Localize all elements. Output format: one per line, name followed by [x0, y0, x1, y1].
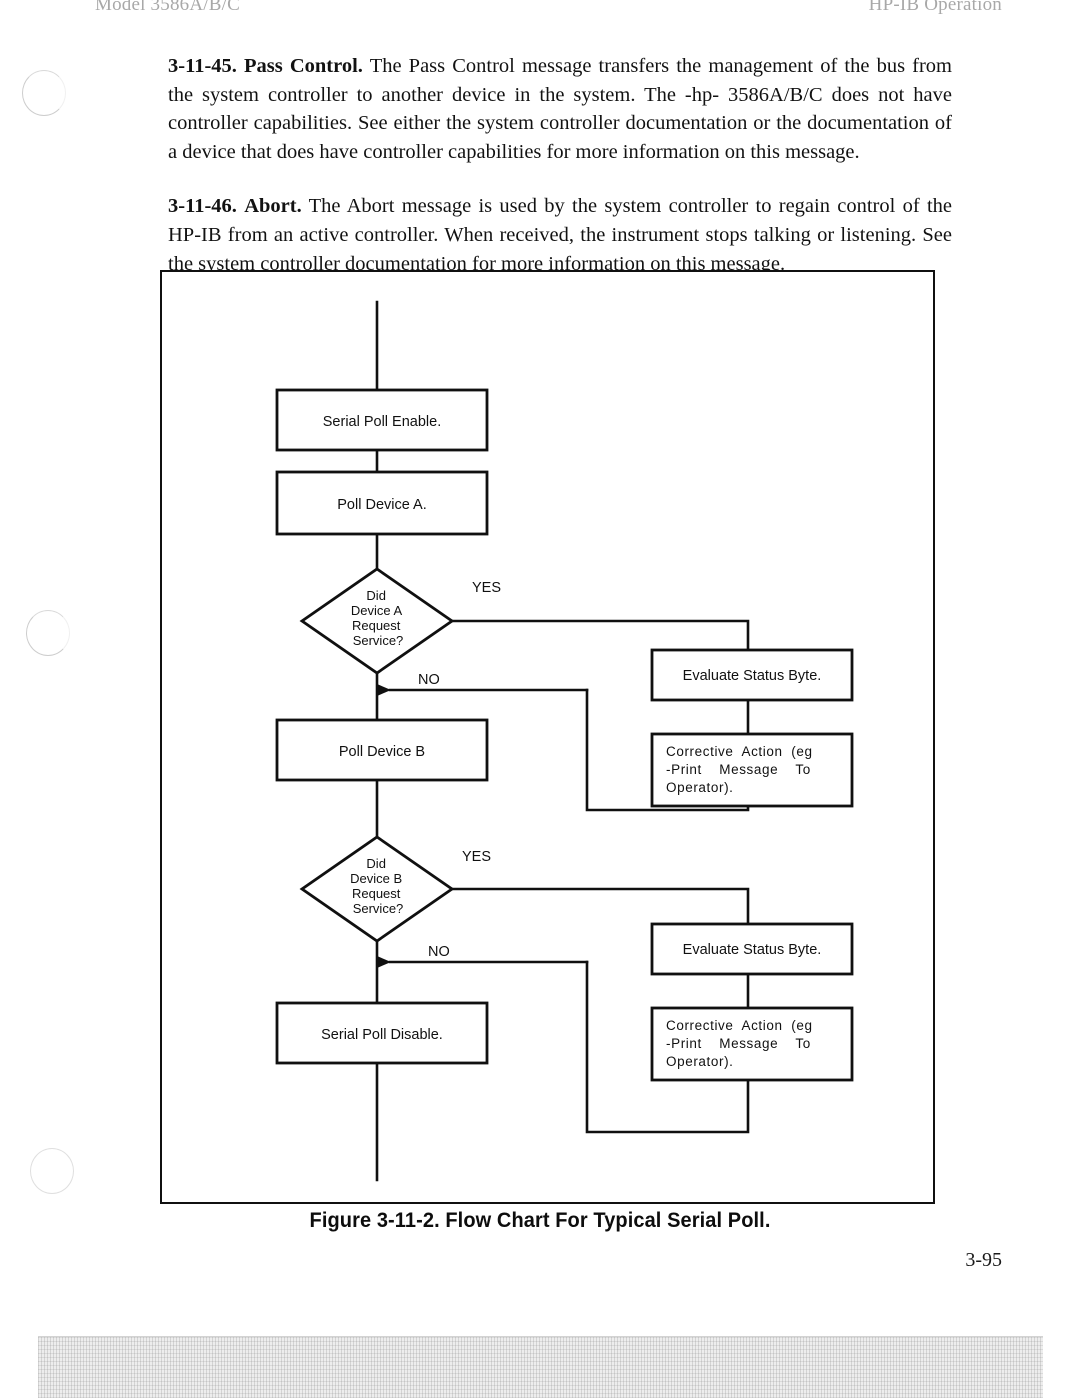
- edge-label-b-no: NO: [428, 944, 450, 960]
- edge-label-a-no: NO: [418, 672, 440, 688]
- paragraph-number: 3-11-45.: [168, 55, 237, 77]
- body-text: 3-11-45. Pass Control. The Pass Control …: [168, 52, 952, 304]
- node-serial-poll-enable: Serial Poll Enable.: [275, 388, 489, 452]
- node-decision-device-b: Did Device B Request Service?: [299, 835, 455, 943]
- page-header: Model 3586A/B/C HP-IB Operation: [0, 0, 1080, 30]
- header-right-text: HP-IB Operation: [868, 0, 1002, 15]
- node-serial-poll-disable: Serial Poll Disable.: [275, 1001, 489, 1065]
- paragraph-number: 3-11-46.: [168, 195, 237, 218]
- node-evaluate-status-byte-1: Evaluate Status Byte.: [650, 648, 854, 702]
- node-label: Poll Device A.: [337, 497, 426, 513]
- node-evaluate-status-byte-2: Evaluate Status Byte.: [650, 922, 854, 976]
- node-label: Evaluate Status Byte.: [683, 942, 822, 958]
- page-number: 3-95: [965, 1249, 1002, 1271]
- figure-frame: Serial Poll Enable. Poll Device A. Did D…: [160, 270, 935, 1204]
- header-left-text: Model 3586A/B/C: [95, 0, 240, 15]
- node-poll-device-b: Poll Device B: [275, 718, 489, 782]
- figure-caption: Figure 3-11-2. Flow Chart For Typical Se…: [309, 1208, 771, 1232]
- hole-punch-icon: [22, 70, 66, 116]
- node-label: Evaluate Status Byte.: [683, 668, 822, 684]
- edge-label-b-yes: YES: [462, 849, 491, 865]
- node-corrective-action-2: Corrective Action (eg -Print Message To …: [650, 1006, 854, 1082]
- paragraph-title: Abort.: [244, 195, 302, 218]
- scanner-noise-band: [38, 1336, 1043, 1398]
- node-corrective-action-1: Corrective Action (eg -Print Message To …: [650, 732, 854, 808]
- hole-punch-icon: [26, 610, 70, 656]
- paragraph-abort: 3-11-46. Abort. The Abort message is use…: [168, 192, 952, 278]
- edge-label-a-yes: YES: [472, 580, 501, 596]
- process-nodes: Serial Poll Enable. Poll Device A. Did D…: [275, 388, 854, 1082]
- node-label: Poll Device B: [339, 744, 425, 760]
- node-poll-device-a: Poll Device A.: [275, 470, 489, 536]
- node-decision-device-a: Did Device A Request Service?: [299, 567, 455, 675]
- node-label: Serial Poll Enable.: [323, 414, 442, 430]
- flow-chart: Serial Poll Enable. Poll Device A. Did D…: [275, 300, 854, 1182]
- paragraph-pass-control: 3-11-45. Pass Control. The Pass Control …: [168, 52, 952, 166]
- hole-punch-icon: [30, 1148, 74, 1194]
- paragraph-title: Pass Control.: [244, 55, 363, 77]
- node-label: Serial Poll Disable.: [321, 1027, 443, 1043]
